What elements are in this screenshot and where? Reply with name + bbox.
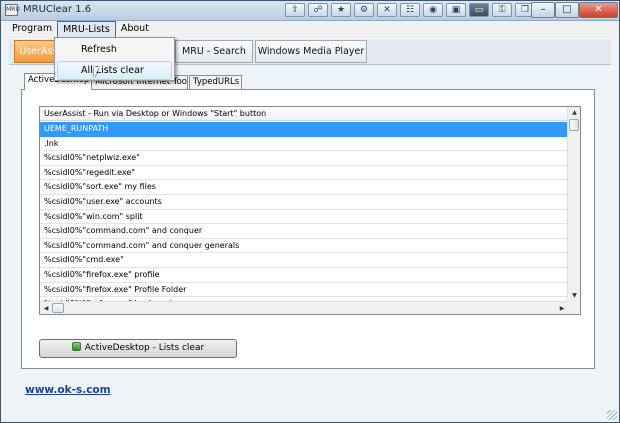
- scroll-left-arrow-icon[interactable]: ◀: [40, 302, 52, 314]
- x-icon[interactable]: ✕: [377, 3, 397, 17]
- app-window: MRU MRUClear 1.6 ⇧ ☍ ★ ⚙ ✕ ☷ ◉ ▣ ▭ ⚿ ❐ –…: [0, 0, 620, 423]
- list-item[interactable]: %csidl0%"win.com" split: [40, 210, 568, 225]
- network-icon[interactable]: ☷: [400, 3, 420, 17]
- maximize-button[interactable]: □: [555, 2, 579, 18]
- mru-list[interactable]: UserAssist - Run via Desktop or Windows …: [39, 106, 581, 315]
- monitor-icon[interactable]: ▭: [469, 3, 489, 17]
- mru-lists-dropdown: Refresh All Lists clear: [54, 37, 175, 81]
- nav-windows-media-player-button[interactable]: Windows Media Player: [255, 40, 367, 63]
- list-item[interactable]: %csidl0%"firefox.exe" profile: [40, 268, 568, 283]
- scrollbar-corner: [567, 301, 580, 314]
- list-item[interactable]: %csidl0%"sort.exe" my files: [40, 180, 568, 195]
- menu-program[interactable]: Program: [7, 21, 57, 38]
- menu-about[interactable]: About: [116, 21, 154, 38]
- lists-clear-button[interactable]: ActiveDesktop - Lists clear: [39, 339, 237, 358]
- menu-refresh[interactable]: Refresh: [57, 40, 172, 59]
- gear-icon[interactable]: ⚙: [354, 3, 374, 17]
- tab-typedurls[interactable]: TypedURLs: [189, 75, 242, 90]
- clear-icon: [71, 342, 81, 351]
- minimize-button[interactable]: –: [531, 2, 555, 18]
- app-icon: MRU: [5, 4, 20, 16]
- close-button[interactable]: ✕: [579, 2, 618, 18]
- menu-mru-lists[interactable]: MRU-Lists: [57, 21, 116, 38]
- list-item[interactable]: %csidl0%"command.com" and conquer: [40, 224, 568, 239]
- horizontal-scroll-thumb[interactable]: [52, 303, 64, 313]
- list-item[interactable]: UEME_RUNPATH: [40, 122, 568, 137]
- up-arrow-icon[interactable]: ⇧: [285, 3, 305, 17]
- list-item[interactable]: %csidl0%"regedit.exe": [40, 166, 568, 181]
- lists-clear-label: ActiveDesktop - Lists clear: [84, 343, 205, 353]
- disk-icon[interactable]: ▣: [446, 3, 466, 17]
- list-item[interactable]: %csidl0%"cmd.exe": [40, 253, 568, 268]
- list-item[interactable]: %csidl0%"user.exe" accounts: [40, 195, 568, 210]
- vertical-scrollbar[interactable]: ▲ ▼: [567, 107, 580, 302]
- star-icon[interactable]: ★: [331, 3, 351, 17]
- horizontal-scrollbar[interactable]: ◀ ▶: [40, 301, 568, 314]
- list-item[interactable]: .lnk: [40, 137, 568, 152]
- menu-all-lists-clear[interactable]: All Lists clear: [57, 61, 172, 80]
- key-icon[interactable]: ⚿: [492, 3, 512, 17]
- scroll-up-arrow-icon[interactable]: ▲: [568, 107, 580, 119]
- resize-grip-icon[interactable]: [607, 410, 617, 420]
- mouse-pointer-icon: [94, 67, 104, 78]
- tab-panel: UserAssist - Run via Desktop or Windows …: [21, 89, 595, 369]
- toolbar-icons: ⇧ ☍ ★ ⚙ ✕ ☷ ◉ ▣ ▭ ⚿ ❐: [285, 3, 535, 18]
- tree-icon[interactable]: ☍: [308, 3, 328, 17]
- vertical-scroll-thumb[interactable]: [569, 119, 579, 131]
- list-item[interactable]: %csidl0%"netplwiz.exe": [40, 151, 568, 166]
- list-item[interactable]: %csidl0%"command.com" and conquer genera…: [40, 239, 568, 254]
- title-bar[interactable]: MRU MRUClear 1.6 ⇧ ☍ ★ ⚙ ✕ ☷ ◉ ▣ ▭ ⚿ ❐ –…: [1, 1, 619, 21]
- window-title: MRUClear 1.6: [23, 4, 92, 15]
- list-rows: UEME_RUNPATH .lnk %csidl0%"netplwiz.exe"…: [40, 122, 568, 312]
- eye-icon[interactable]: ◉: [423, 3, 443, 17]
- nav-mru-search-button[interactable]: MRU - Search: [175, 40, 253, 63]
- website-link[interactable]: www.ok-s.com: [25, 384, 111, 396]
- list-column-header[interactable]: UserAssist - Run via Desktop or Windows …: [40, 107, 568, 121]
- menu-bar: Program MRU-Lists About: [1, 21, 619, 38]
- list-item[interactable]: %csidl0%"firefox.exe" Profile Folder: [40, 283, 568, 298]
